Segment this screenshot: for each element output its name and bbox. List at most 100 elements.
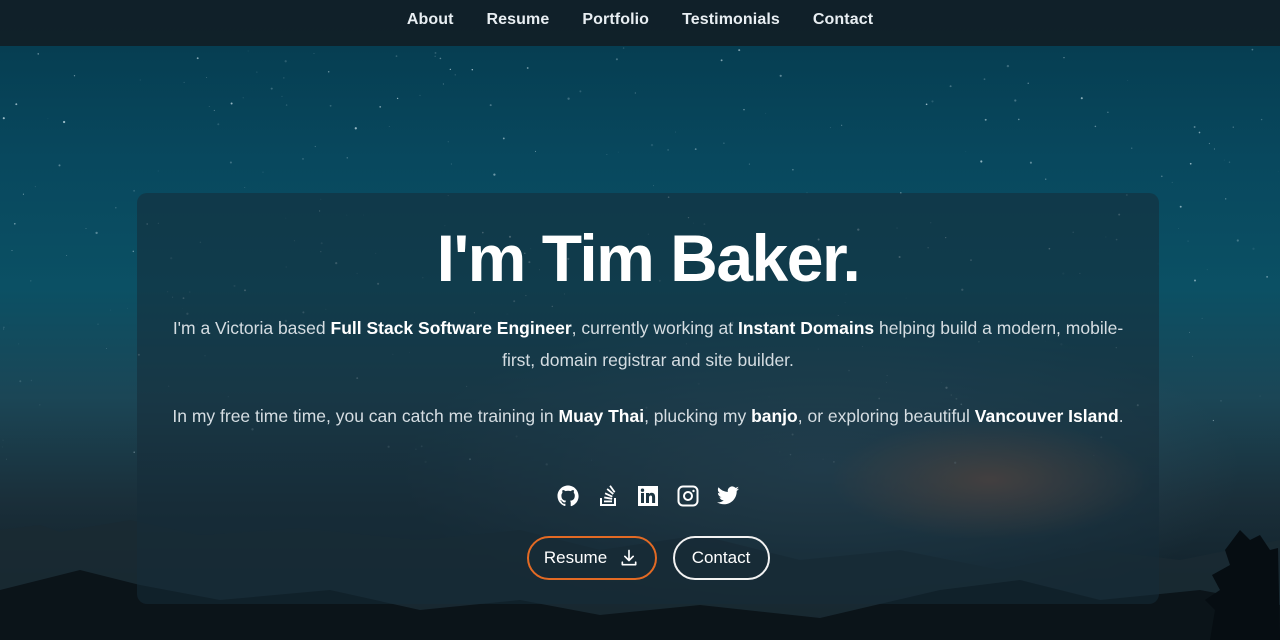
- star: [327, 71, 330, 73]
- twitter-icon[interactable]: [716, 484, 740, 508]
- top-navigation: About Resume Portfolio Testimonials Cont…: [0, 0, 1280, 46]
- star: [674, 131, 677, 133]
- star: [743, 108, 745, 111]
- star: [30, 379, 33, 382]
- hobby-highlight: Muay Thai: [558, 406, 645, 426]
- hero-actions: Resume Contact: [137, 536, 1159, 580]
- star: [1192, 355, 1193, 357]
- star: [1194, 279, 1196, 282]
- github-icon[interactable]: [556, 484, 580, 508]
- star: [419, 94, 421, 96]
- star: [13, 222, 16, 225]
- star: [1107, 111, 1109, 113]
- star: [206, 77, 208, 78]
- hobbies-text: .: [1118, 406, 1124, 426]
- hobbies-text: , plucking my: [644, 406, 752, 426]
- star: [388, 125, 390, 127]
- star: [11, 250, 13, 251]
- star: [965, 151, 967, 153]
- star: [230, 102, 233, 105]
- star: [281, 95, 283, 97]
- star: [1063, 57, 1065, 59]
- nav-item-testimonials[interactable]: Testimonials: [682, 11, 780, 29]
- star: [3, 326, 5, 329]
- star: [132, 250, 135, 253]
- star: [1094, 125, 1097, 128]
- star: [302, 157, 304, 160]
- star: [720, 59, 723, 62]
- star: [442, 83, 444, 85]
- star: [329, 104, 332, 107]
- hero-card: I'm Tim Baker. I'm a Victoria based Full…: [137, 193, 1159, 604]
- star: [667, 149, 669, 151]
- star: [283, 77, 285, 79]
- star: [109, 309, 112, 311]
- star: [15, 103, 18, 106]
- star: [1201, 317, 1203, 319]
- star: [434, 51, 437, 54]
- nav-item-contact[interactable]: Contact: [813, 11, 873, 29]
- star: [449, 68, 451, 71]
- star: [1193, 126, 1196, 128]
- star: [1029, 161, 1032, 164]
- star: [622, 47, 625, 49]
- star: [314, 145, 316, 148]
- star: [1228, 161, 1231, 163]
- star: [502, 137, 505, 140]
- star: [30, 280, 32, 282]
- star: [213, 109, 215, 111]
- star: [1236, 239, 1239, 242]
- star: [949, 85, 952, 88]
- star: [1212, 419, 1215, 422]
- star: [3, 328, 5, 330]
- tree-silhouette: [1205, 530, 1280, 640]
- nav-item-about[interactable]: About: [407, 11, 454, 29]
- star: [454, 74, 456, 76]
- resume-download-button[interactable]: Resume: [526, 536, 657, 580]
- star: [694, 148, 697, 151]
- star: [1189, 331, 1191, 333]
- job-title-highlight: Full Stack Software Engineer: [330, 318, 572, 338]
- star: [738, 49, 741, 52]
- intro-paragraph: I'm a Victoria based Full Stack Software…: [157, 312, 1139, 376]
- stackoverflow-icon[interactable]: [596, 484, 620, 508]
- star: [97, 323, 99, 325]
- star: [606, 154, 608, 155]
- contact-button[interactable]: Contact: [672, 536, 770, 580]
- star: [1277, 171, 1279, 173]
- star: [95, 231, 98, 235]
- star: [829, 127, 831, 129]
- star: [634, 92, 637, 94]
- star: [765, 112, 767, 114]
- hobbies-text: , or exploring beautiful: [797, 406, 975, 426]
- hobbies-text: In my free time time, you can catch me t…: [172, 406, 559, 426]
- star: [1252, 247, 1255, 250]
- star: [34, 186, 36, 188]
- nav-item-resume[interactable]: Resume: [487, 11, 550, 29]
- star: [1080, 97, 1083, 100]
- star: [19, 380, 22, 383]
- star: [984, 118, 987, 121]
- star: [1206, 269, 1208, 271]
- star: [980, 160, 983, 163]
- star: [841, 124, 843, 126]
- star: [447, 141, 449, 143]
- hobbies-paragraph: In my free time time, you can catch me t…: [157, 400, 1139, 432]
- star: [471, 68, 474, 71]
- star: [1160, 175, 1163, 178]
- hobby-highlight: banjo: [751, 406, 798, 426]
- star: [354, 127, 357, 130]
- star: [346, 157, 348, 159]
- star: [650, 143, 654, 147]
- star: [18, 343, 20, 345]
- star: [270, 87, 273, 90]
- star: [1266, 276, 1268, 278]
- star: [617, 151, 619, 153]
- instagram-icon[interactable]: [676, 484, 700, 508]
- linkedin-icon[interactable]: [636, 484, 660, 508]
- star: [1171, 181, 1173, 183]
- star: [1223, 159, 1225, 161]
- nav-item-portfolio[interactable]: Portfolio: [582, 11, 649, 29]
- star: [1017, 118, 1020, 121]
- star: [133, 189, 136, 192]
